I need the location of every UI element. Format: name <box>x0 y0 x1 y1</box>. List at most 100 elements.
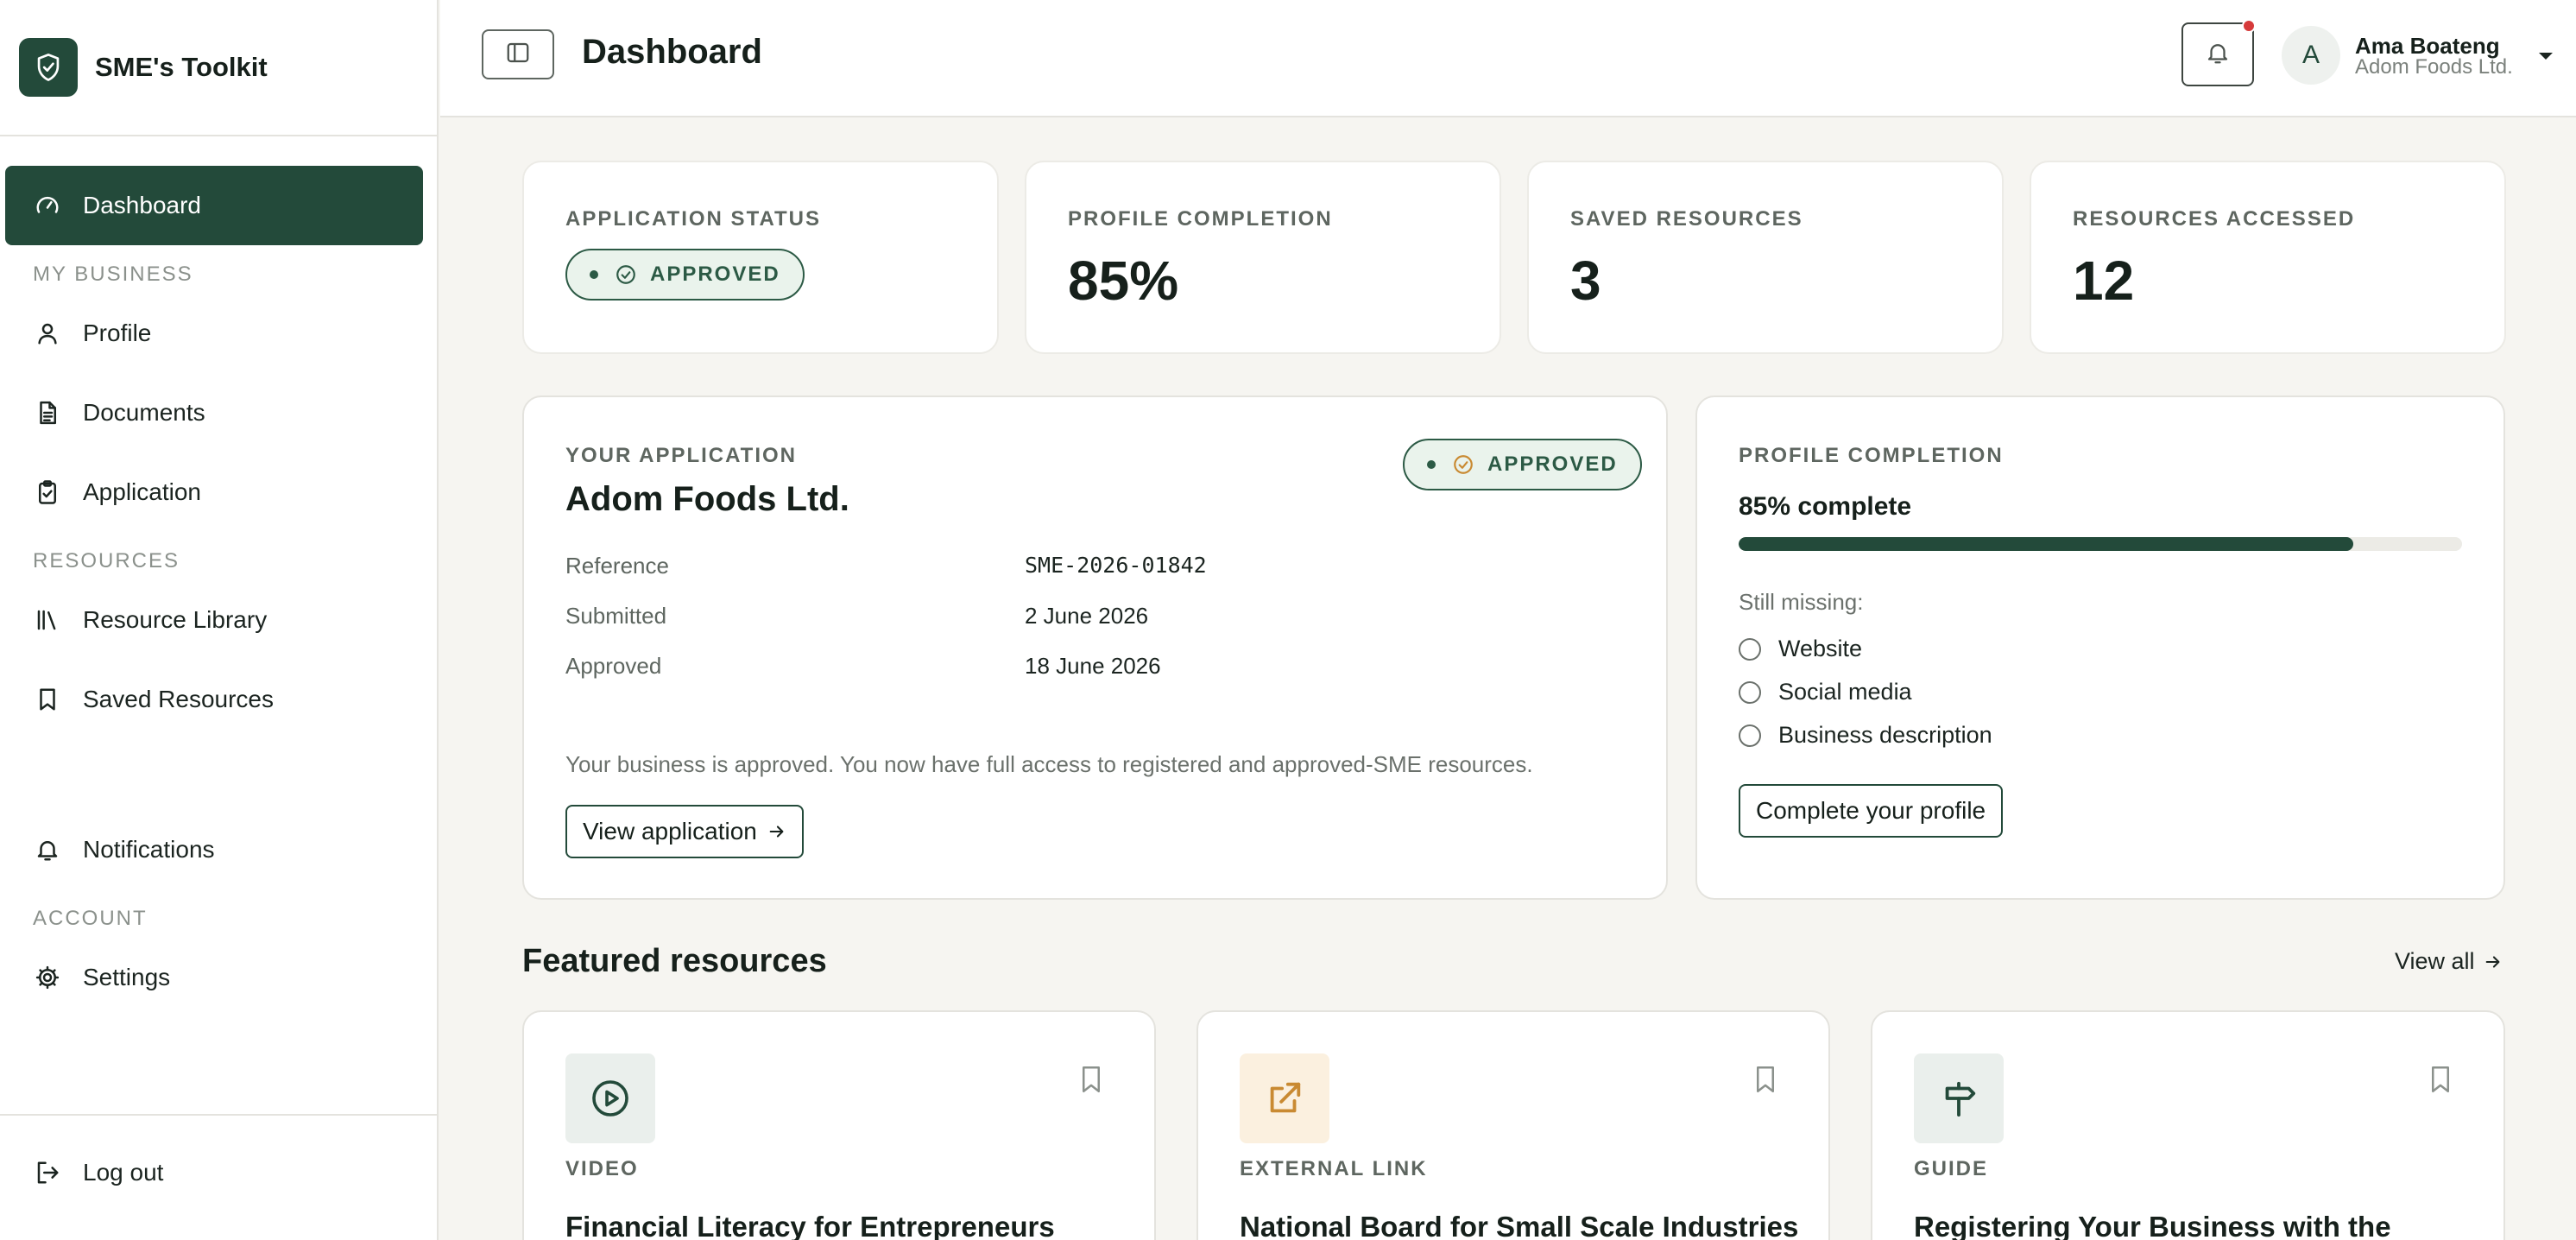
sidebar-item-label: Log out <box>83 1159 164 1186</box>
stat-label: RESOURCES ACCESSED <box>2073 207 2356 231</box>
bookmark-button[interactable] <box>2426 1062 2455 1097</box>
section-heading-resources: RESOURCES <box>33 549 180 573</box>
resource-type: VIDEO <box>565 1157 639 1180</box>
bookmark-button[interactable] <box>1076 1062 1106 1097</box>
user-company: Adom Foods Ltd. <box>2355 55 2513 79</box>
resource-type: GUIDE <box>1914 1157 1989 1180</box>
approved-value: 18 June 2026 <box>1025 653 1161 679</box>
notifications-button[interactable] <box>2181 19 2256 86</box>
stat-card-application-status: APPLICATION STATUS APPROVED <box>522 161 999 354</box>
resource-card[interactable]: GUIDE Registering Your Business with the <box>1871 1010 2505 1240</box>
stat-value: 3 <box>1570 250 1601 312</box>
status-badge: APPROVED <box>565 249 805 301</box>
sidebar-item-label: Settings <box>83 964 171 990</box>
still-missing-label: Still missing: <box>1739 589 1864 615</box>
document-icon <box>33 398 62 427</box>
sidebar-footer: Log out <box>0 1114 437 1240</box>
bell-icon <box>2205 40 2231 70</box>
stat-label: APPLICATION STATUS <box>565 207 821 231</box>
bell-icon <box>33 835 62 864</box>
reference-label: Reference <box>565 553 669 579</box>
library-icon <box>33 605 62 635</box>
stat-value: 85% <box>1068 250 1179 312</box>
sidebar-item-saved-resources[interactable]: Saved Resources <box>5 660 423 739</box>
profile-progress-fill <box>1739 537 2354 551</box>
stat-value: 12 <box>2073 250 2135 312</box>
app-name: SME's Toolkit <box>95 52 268 82</box>
signpost-icon <box>1914 1053 2004 1143</box>
logout-icon <box>33 1158 62 1187</box>
submitted-value: 2 June 2026 <box>1025 603 1149 629</box>
sidebar-item-label: Profile <box>83 319 152 346</box>
sidebar-item-profile[interactable]: Profile <box>5 294 423 373</box>
application-card: YOUR APPLICATION Adom Foods Ltd. APPROVE… <box>522 395 1668 900</box>
profile-eyebrow: PROFILE COMPLETION <box>1739 444 2004 467</box>
arrow-right-icon <box>767 822 786 841</box>
section-heading-my-business: MY BUSINESS <box>33 263 193 286</box>
empty-circle-icon <box>1739 724 1761 747</box>
check-circle-icon <box>614 263 638 287</box>
page-title: Dashboard <box>582 33 762 71</box>
missing-item-business-description: Business description <box>1739 722 1992 749</box>
section-heading-account: ACCOUNT <box>33 907 148 930</box>
complete-profile-button[interactable]: Complete your profile <box>1739 784 2004 838</box>
arrow-right-icon <box>2484 952 2503 971</box>
resource-card[interactable]: VIDEO Financial Literacy for Entrepreneu… <box>522 1010 1156 1240</box>
missing-item-social-media: Social media <box>1739 679 1912 705</box>
sidebar-item-label: Resource Library <box>83 606 268 633</box>
sidebar-toggle-icon <box>505 40 531 70</box>
resource-card[interactable]: EXTERNAL LINK National Board for Small S… <box>1196 1010 1830 1240</box>
stat-label: SAVED RESOURCES <box>1570 207 1803 231</box>
sidebar-item-label: Application <box>83 478 201 505</box>
top-header: Dashboard A Ama Boateng Adom Foods Ltd. <box>440 0 2576 117</box>
missing-item-website: Website <box>1739 636 1862 662</box>
submitted-label: Submitted <box>565 603 667 629</box>
bookmark-button[interactable] <box>1751 1062 1780 1097</box>
view-application-button[interactable]: View application <box>565 805 804 858</box>
resource-type: EXTERNAL LINK <box>1240 1157 1428 1180</box>
notification-indicator-dot <box>2242 19 2256 33</box>
stat-card-resources-accessed: RESOURCES ACCESSED 12 <box>2030 161 2506 354</box>
sidebar-item-label: Dashboard <box>83 192 201 218</box>
featured-resources-title: Featured resources <box>522 943 827 979</box>
view-all-link[interactable]: View all <box>2395 948 2503 975</box>
status-dot-icon <box>1427 460 1436 469</box>
sidebar-item-label: Saved Resources <box>83 686 275 712</box>
sidebar-item-documents[interactable]: Documents <box>5 373 423 452</box>
sidebar-item-dashboard[interactable]: Dashboard <box>5 166 423 245</box>
bookmark-icon <box>33 685 62 714</box>
application-business-name: Adom Foods Ltd. <box>565 480 849 518</box>
sidebar: SME's Toolkit Dashboard MY BUSINESS Prof… <box>0 0 439 1240</box>
resource-title: Registering Your Business with the <box>1914 1211 2391 1240</box>
sidebar-item-resource-library[interactable]: Resource Library <box>5 580 423 660</box>
stat-label: PROFILE COMPLETION <box>1068 207 1333 231</box>
shield-logo-icon <box>19 38 78 97</box>
resource-title: Financial Literacy for Entrepreneurs <box>565 1211 1055 1240</box>
gear-icon <box>33 963 62 992</box>
approved-label: Approved <box>565 653 662 679</box>
approval-note: Your business is approved. You now have … <box>565 751 1533 777</box>
sidebar-item-application[interactable]: Application <box>5 452 423 532</box>
brand[interactable]: SME's Toolkit <box>0 0 437 136</box>
sidebar-toggle-button[interactable] <box>482 29 554 79</box>
clipboard-check-icon <box>33 478 62 507</box>
empty-circle-icon <box>1739 680 1761 704</box>
sidebar-item-settings[interactable]: Settings <box>5 938 423 1017</box>
gauge-icon <box>33 191 62 220</box>
sidebar-item-label: Documents <box>83 399 205 426</box>
stat-card-profile-completion: PROFILE COMPLETION 85% <box>1025 161 1501 354</box>
user-icon <box>33 319 62 348</box>
stat-card-saved-resources: SAVED RESOURCES 3 <box>1527 161 2004 354</box>
sidebar-item-label: Notifications <box>83 836 215 863</box>
external-link-icon <box>1240 1053 1329 1143</box>
play-circle-icon <box>565 1053 655 1143</box>
logout-button[interactable]: Log out <box>5 1133 423 1212</box>
empty-circle-icon <box>1739 637 1761 661</box>
status-badge: APPROVED <box>1403 439 1642 490</box>
sidebar-item-notifications[interactable]: Notifications <box>5 810 423 889</box>
user-menu-chevron-down-icon[interactable] <box>2533 43 2559 69</box>
avatar[interactable]: A <box>2282 26 2340 85</box>
reference-value: SME-2026-01842 <box>1025 553 1207 578</box>
profile-complete-text: 85% complete <box>1739 492 1912 521</box>
